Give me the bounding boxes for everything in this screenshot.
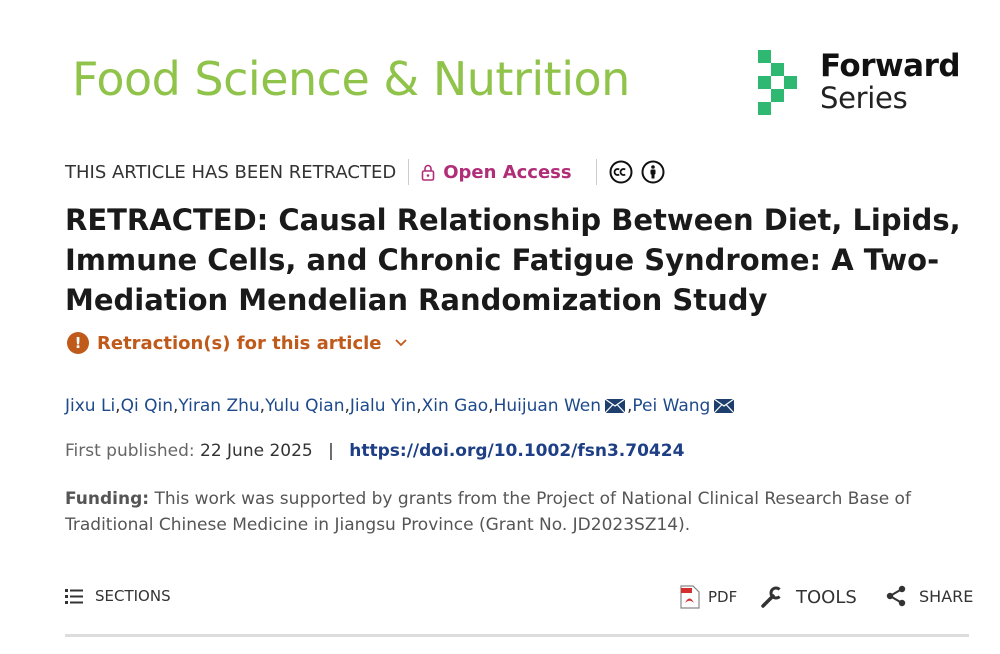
list-icon: [65, 588, 83, 604]
wrench-icon: [761, 586, 784, 608]
separator: |: [328, 441, 334, 461]
author-link[interactable]: Yulu Qian: [265, 396, 344, 416]
author-link[interactable]: Xin Gao: [422, 396, 489, 416]
sections-button[interactable]: SECTIONS: [65, 587, 171, 605]
envelope-icon[interactable]: [605, 399, 625, 413]
first-published-label: First published:: [65, 441, 195, 461]
author-link[interactable]: Jialu Yin: [350, 396, 416, 416]
divider: [595, 159, 597, 185]
pdf-file-icon: [680, 585, 700, 609]
journal-title[interactable]: Food Science & Nutrition: [72, 52, 630, 106]
sections-label: SECTIONS: [95, 587, 171, 605]
doi-link[interactable]: https://doi.org/10.1002/fsn3.70424: [349, 441, 684, 461]
article-status-row: THIS ARTICLE HAS BEEN RETRACTED Open Acc…: [65, 159, 665, 185]
funding-label: Funding:: [65, 489, 150, 509]
divider: [408, 159, 410, 185]
funding-statement: Funding: This work was supported by gran…: [65, 486, 965, 538]
by-attribution-icon: [641, 160, 665, 184]
author-link[interactable]: Yiran Zhu: [178, 396, 259, 416]
author-link[interactable]: Pei Wang: [632, 396, 710, 416]
cc-icon: [609, 160, 633, 184]
series-logo-word-1: Forward: [820, 48, 961, 84]
share-icon: [886, 585, 906, 607]
retraction-link[interactable]: ! Retraction(s) for this article: [67, 332, 408, 354]
retracted-label: THIS ARTICLE HAS BEEN RETRACTED: [65, 161, 397, 183]
author-link[interactable]: Qi Qin: [121, 396, 173, 416]
open-access-badge[interactable]: Open Access: [421, 161, 572, 183]
author-link[interactable]: Jixu Li: [65, 396, 115, 416]
alert-icon: !: [67, 332, 89, 354]
lock-icon: [421, 164, 435, 181]
share-button[interactable]: SHARE: [885, 585, 973, 607]
pdf-button[interactable]: PDF: [680, 585, 737, 609]
tools-label: TOOLS: [796, 586, 857, 608]
retraction-label: Retraction(s) for this article: [97, 332, 382, 354]
toolbar-divider: [65, 634, 969, 637]
pdf-label: PDF: [708, 588, 738, 606]
first-published-date: 22 June 2025: [200, 441, 313, 461]
license-icons[interactable]: [609, 160, 665, 184]
forward-series-logo[interactable]: Forward Series: [758, 48, 961, 118]
article-toolbar: SECTIONS PDF TOOLS SHARE: [65, 585, 973, 615]
series-logo-word-2: Series: [820, 81, 908, 115]
envelope-icon[interactable]: [714, 399, 735, 413]
author-list: Jixu Li, Qi Qin, Yiran Zhu, Yulu Qian, J…: [65, 396, 736, 416]
chevron-down-icon: [394, 339, 407, 347]
tools-button[interactable]: TOOLS: [760, 585, 857, 609]
open-access-label: Open Access: [443, 161, 572, 183]
share-label: SHARE: [919, 586, 974, 606]
author-link[interactable]: Huijuan Wen: [494, 396, 601, 416]
publication-info: First published: 22 June 2025 | https://…: [65, 441, 684, 461]
article-title: RETRACTED: Causal Relationship Between D…: [65, 203, 961, 317]
funding-text: This work was supported by grants from t…: [65, 489, 911, 535]
